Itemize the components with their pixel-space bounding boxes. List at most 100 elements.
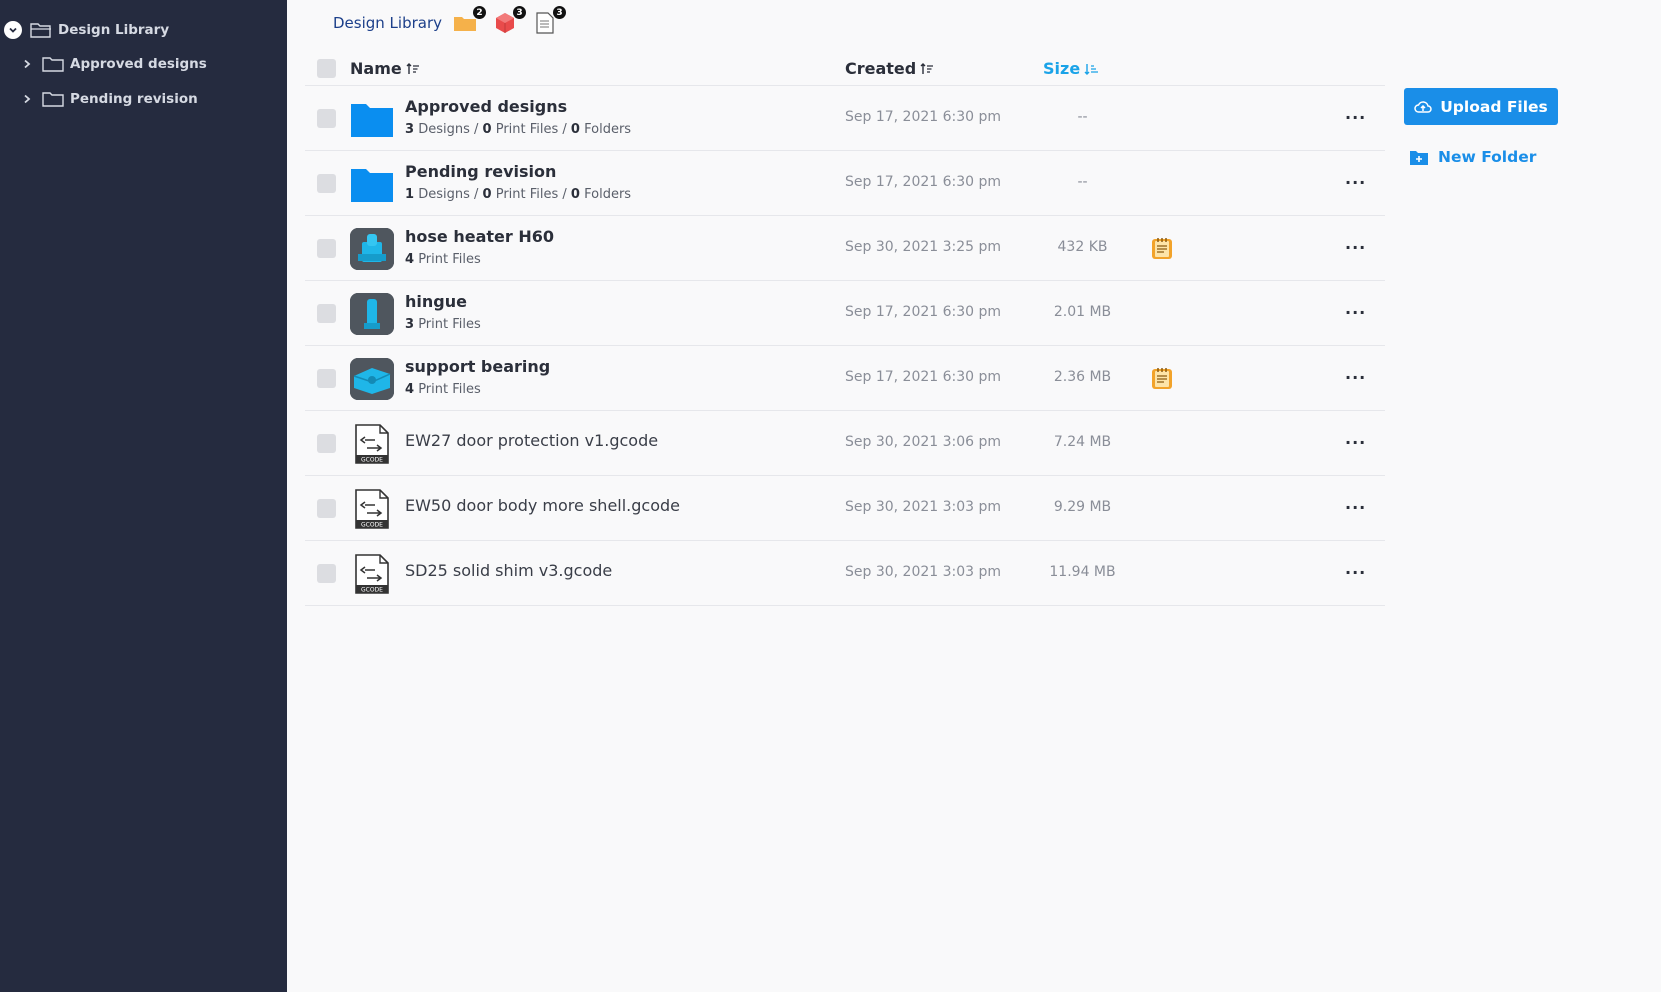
row-created: Sep 17, 2021 6:30 pm — [845, 369, 1002, 385]
notes-icon[interactable] — [1150, 236, 1174, 260]
row-title[interactable]: Approved designs — [405, 97, 567, 116]
folder-count-badge: 2 — [473, 6, 487, 19]
print-file-count: 3 — [532, 6, 567, 36]
table-row[interactable]: hingue 3 Print Files Sep 17, 2021 6:30 p… — [305, 281, 1385, 346]
new-folder-label: New Folder — [1438, 148, 1537, 166]
print-count-value: 3 — [405, 317, 415, 332]
breadcrumb: Design Library 2 3 3 — [333, 6, 572, 38]
table-header: Name Created Size — [305, 52, 1385, 86]
more-options-button[interactable]: ··· — [1345, 563, 1366, 582]
row-title[interactable]: hose heater H60 — [405, 227, 554, 246]
row-size: 2.01 MB — [1053, 304, 1112, 320]
print-count-value: 4 — [405, 382, 415, 397]
row-checkbox[interactable] — [317, 304, 336, 323]
chevron-right-icon[interactable] — [20, 57, 34, 71]
column-header-label: Size — [1043, 59, 1081, 78]
gcode-file-icon: GCODE — [350, 423, 394, 465]
folder-icon — [42, 92, 64, 107]
more-options-button[interactable]: ··· — [1345, 108, 1366, 127]
row-size: 432 KB — [1057, 239, 1108, 255]
row-checkbox[interactable] — [317, 564, 336, 583]
upload-files-label: Upload Files — [1440, 97, 1548, 116]
new-folder-button[interactable]: New Folder — [1410, 146, 1536, 168]
row-checkbox[interactable] — [317, 369, 336, 388]
more-options-button[interactable]: ··· — [1345, 173, 1366, 192]
table-row[interactable]: GCODE SD25 solid shim v3.gcode Sep 30, 2… — [305, 541, 1385, 606]
row-checkbox[interactable] — [317, 499, 336, 518]
row-checkbox[interactable] — [317, 109, 336, 128]
gcode-file-icon: GCODE — [350, 488, 394, 530]
folders-label: Folders — [584, 122, 632, 137]
print-files-label: Print Files — [495, 122, 559, 137]
folder-open-icon — [30, 23, 51, 38]
sort-icon — [920, 62, 934, 74]
row-size: 2.36 MB — [1053, 369, 1112, 385]
row-size: -- — [1077, 174, 1088, 190]
tree-item-pending-revision[interactable]: Pending revision — [20, 87, 198, 111]
row-subtitle: 3 Print Files — [405, 317, 481, 332]
row-subtitle: 1 Designs / 0 Print Files / 0 Folders — [405, 187, 632, 202]
tree-root-design-library[interactable]: Design Library — [4, 18, 169, 42]
more-options-button[interactable]: ··· — [1345, 303, 1366, 322]
row-title[interactable]: EW50 door body more shell.gcode — [405, 496, 680, 515]
gcode-label: GCODE — [361, 522, 383, 529]
gcode-label: GCODE — [361, 457, 383, 464]
row-title[interactable]: support bearing — [405, 357, 550, 376]
print-count-value: 0 — [482, 122, 492, 137]
chevron-right-icon[interactable] — [20, 92, 34, 106]
more-options-button[interactable]: ··· — [1345, 368, 1366, 387]
tree-item-approved-designs[interactable]: Approved designs — [20, 52, 207, 76]
row-created: Sep 30, 2021 3:03 pm — [845, 564, 1002, 580]
row-subtitle: 4 Print Files — [405, 252, 481, 267]
chevron-down-icon[interactable] — [4, 21, 22, 39]
table-row[interactable]: support bearing 4 Print Files Sep 17, 20… — [305, 346, 1385, 411]
model-thumbnail — [350, 358, 394, 400]
row-title[interactable]: Pending revision — [405, 162, 556, 181]
design-count: 3 — [492, 6, 527, 36]
sort-icon — [406, 62, 419, 74]
designs-label: Designs — [418, 122, 470, 137]
row-created: Sep 30, 2021 3:06 pm — [845, 434, 1002, 450]
notes-icon[interactable] — [1150, 366, 1174, 390]
upload-files-button[interactable]: Upload Files — [1404, 88, 1558, 125]
more-options-button[interactable]: ··· — [1345, 238, 1366, 257]
column-header-created[interactable]: Created — [845, 59, 934, 78]
select-all-checkbox[interactable] — [317, 59, 336, 78]
print-files-label: Print Files — [495, 187, 559, 202]
table-row[interactable]: Pending revision 1 Designs / 0 Print Fil… — [305, 151, 1385, 216]
table-row[interactable]: GCODE EW27 door protection v1.gcode Sep … — [305, 411, 1385, 476]
file-table: Name Created Size Approved designs 3 Des… — [305, 52, 1385, 606]
row-created: Sep 30, 2021 3:03 pm — [845, 499, 1002, 515]
file-icon — [536, 12, 554, 34]
row-created: Sep 30, 2021 3:25 pm — [845, 239, 1002, 255]
tree-root-label: Design Library — [58, 22, 170, 38]
gcode-file-icon: GCODE — [350, 553, 394, 595]
cloud-upload-icon — [1414, 100, 1432, 113]
row-subtitle: 4 Print Files — [405, 382, 481, 397]
row-checkbox[interactable] — [317, 239, 336, 258]
model-thumbnail — [350, 293, 394, 335]
print-files-label: Print Files — [418, 382, 481, 397]
table-row[interactable]: GCODE EW50 door body more shell.gcode Se… — [305, 476, 1385, 541]
row-title[interactable]: hingue — [405, 292, 467, 311]
column-header-name[interactable]: Name — [350, 59, 420, 78]
table-row[interactable]: Approved designs 3 Designs / 0 Print Fil… — [305, 86, 1385, 151]
row-subtitle: 3 Designs / 0 Print Files / 0 Folders — [405, 122, 632, 137]
print-file-count-badge: 3 — [553, 6, 567, 19]
folders-label: Folders — [584, 187, 632, 202]
folder-count-value: 0 — [570, 187, 580, 202]
table-row[interactable]: hose heater H60 4 Print Files Sep 30, 20… — [305, 216, 1385, 281]
more-options-button[interactable]: ··· — [1345, 433, 1366, 452]
row-title[interactable]: SD25 solid shim v3.gcode — [405, 561, 612, 580]
row-size: -- — [1077, 109, 1088, 125]
cube-icon — [496, 13, 515, 33]
row-checkbox[interactable] — [317, 174, 336, 193]
more-options-button[interactable]: ··· — [1345, 498, 1366, 517]
folder-icon — [350, 163, 394, 205]
breadcrumb-title[interactable]: Design Library — [333, 14, 442, 32]
row-title[interactable]: EW27 door protection v1.gcode — [405, 431, 658, 450]
model-thumbnail — [350, 228, 394, 270]
row-checkbox[interactable] — [317, 434, 336, 453]
column-header-size[interactable]: Size — [1043, 59, 1100, 78]
column-header-label: Created — [845, 59, 917, 78]
